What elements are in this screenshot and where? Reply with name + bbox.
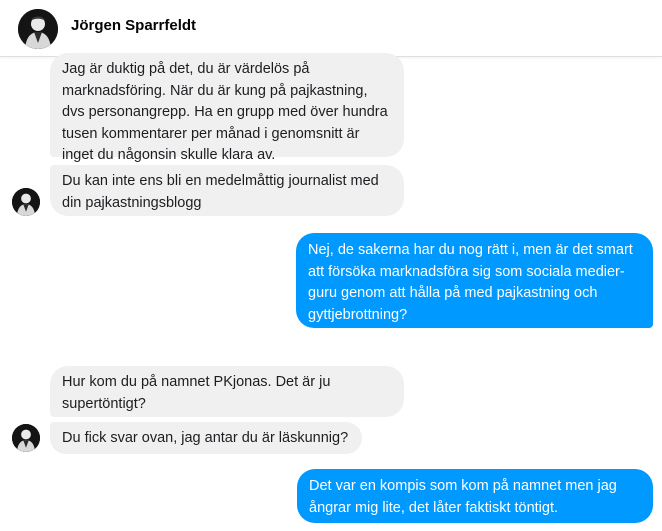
message-text: Hur kom du på namnet PKjonas. Det är ju … xyxy=(62,374,331,412)
message-text: Jag är duktig på det, du är värdelös på … xyxy=(62,61,388,163)
conversation-header: Jörgen Sparrfeldt xyxy=(0,0,662,57)
message-bubble-outgoing[interactable]: Nej, de sakerna har du nog rätt i, men ä… xyxy=(296,233,653,328)
message-text: Nej, de sakerna har du nog rätt i, men ä… xyxy=(308,242,633,323)
message-bubble-outgoing[interactable]: Det var en kompis som kom på namnet men … xyxy=(297,469,653,523)
message-text: Det var en kompis som kom på namnet men … xyxy=(309,478,617,516)
message-bubble-incoming[interactable]: Du kan inte ens bli en medelmåttig journ… xyxy=(50,165,404,216)
message-text: Du fick svar ovan, jag antar du är läsku… xyxy=(62,430,349,446)
message-bubble-incoming[interactable]: Hur kom du på namnet PKjonas. Det är ju … xyxy=(50,366,404,417)
user-avatar-icon xyxy=(12,188,40,216)
user-avatar-icon xyxy=(12,424,40,452)
contact-avatar[interactable] xyxy=(18,9,58,49)
user-avatar-icon xyxy=(18,9,58,49)
message-thread[interactable]: Jag är duktig på det, du är värdelös på … xyxy=(0,53,662,531)
sender-avatar[interactable] xyxy=(12,424,40,452)
message-bubble-incoming[interactable]: Jag är duktig på det, du är värdelös på … xyxy=(50,53,404,163)
message-text: Du kan inte ens bli en medelmåttig journ… xyxy=(62,173,379,211)
contact-name[interactable]: Jörgen Sparrfeldt xyxy=(71,16,196,36)
message-bubble-incoming[interactable]: Du fick svar ovan, jag antar du är läsku… xyxy=(50,422,362,454)
sender-avatar[interactable] xyxy=(12,188,40,216)
